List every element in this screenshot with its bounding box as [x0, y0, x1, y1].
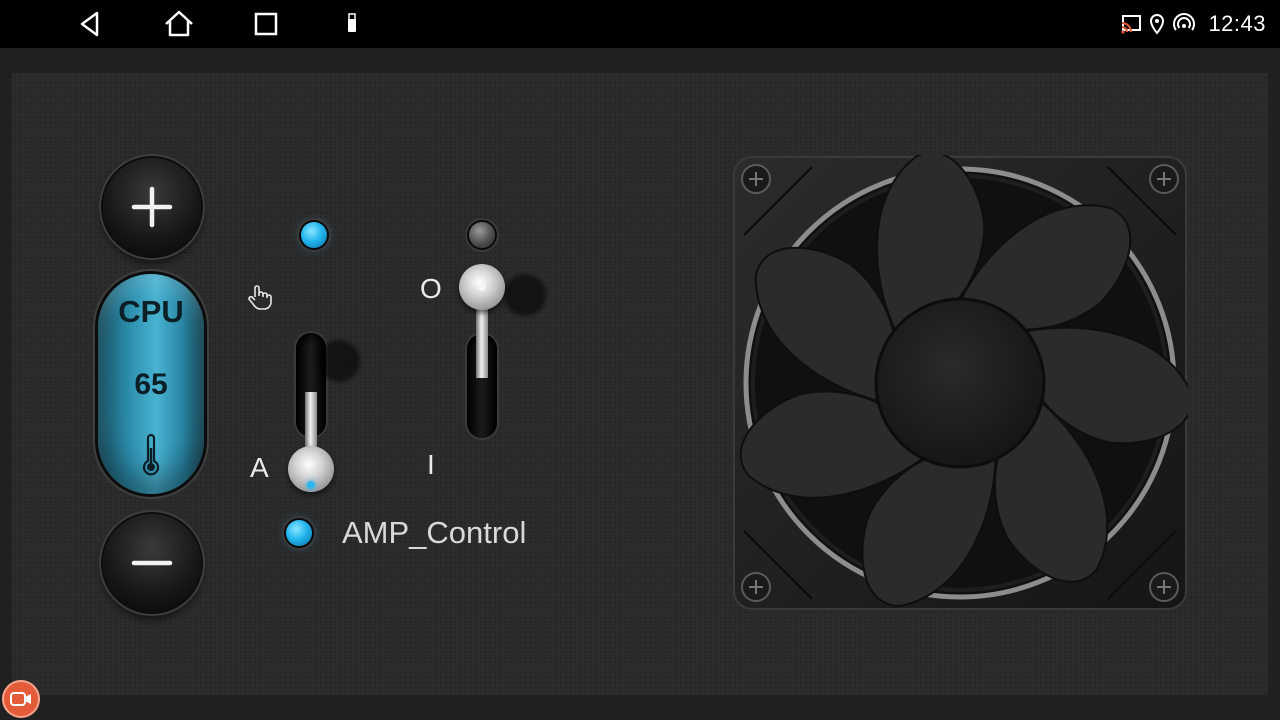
power-switch-knob[interactable] [459, 264, 505, 310]
plus-icon [131, 186, 173, 228]
screen-recorder-button[interactable] [2, 680, 40, 718]
usb-status [336, 8, 368, 40]
off-label: O [420, 273, 442, 304]
on-label: I [427, 449, 435, 480]
hotspot-icon [1173, 13, 1196, 31]
clock: 12:43 [1208, 11, 1266, 36]
amp-control-led[interactable] [286, 520, 312, 546]
power-switch-shadow [504, 274, 546, 316]
fan-icon [732, 155, 1188, 611]
back-triangle-icon [80, 11, 99, 37]
screen-recorder-icon [10, 692, 31, 706]
cpu-value: 65 [134, 368, 168, 401]
minus-icon [131, 560, 173, 566]
cast-icon [1121, 15, 1142, 34]
mode-switch-knob[interactable] [288, 446, 334, 492]
recents-square-icon [254, 12, 278, 36]
power-indicator-led [469, 222, 495, 248]
location-icon [1150, 13, 1165, 35]
mode-position-label: A [250, 452, 269, 483]
thermometer-icon [142, 434, 160, 476]
cpu-label: CPU [118, 294, 184, 329]
cpu-temperature-display: CPU 65 [98, 274, 204, 494]
home-button[interactable] [163, 8, 195, 40]
amp-control-label: AMP_Control [342, 515, 527, 550]
status-area: 12:43 [1120, 0, 1266, 48]
hand-pointer-icon [248, 285, 272, 310]
mode-indicator-led [301, 222, 327, 248]
increase-button[interactable] [103, 158, 201, 256]
system-bar: 12:43 [0, 0, 1280, 48]
decrease-button[interactable] [103, 514, 201, 612]
power-switch-stem [476, 300, 488, 378]
home-icon [165, 10, 193, 37]
back-button[interactable] [74, 8, 106, 40]
recents-button[interactable] [250, 8, 282, 40]
cooling-fan [732, 155, 1188, 611]
usb-icon [348, 13, 356, 32]
mode-switch-shadow [318, 340, 360, 382]
